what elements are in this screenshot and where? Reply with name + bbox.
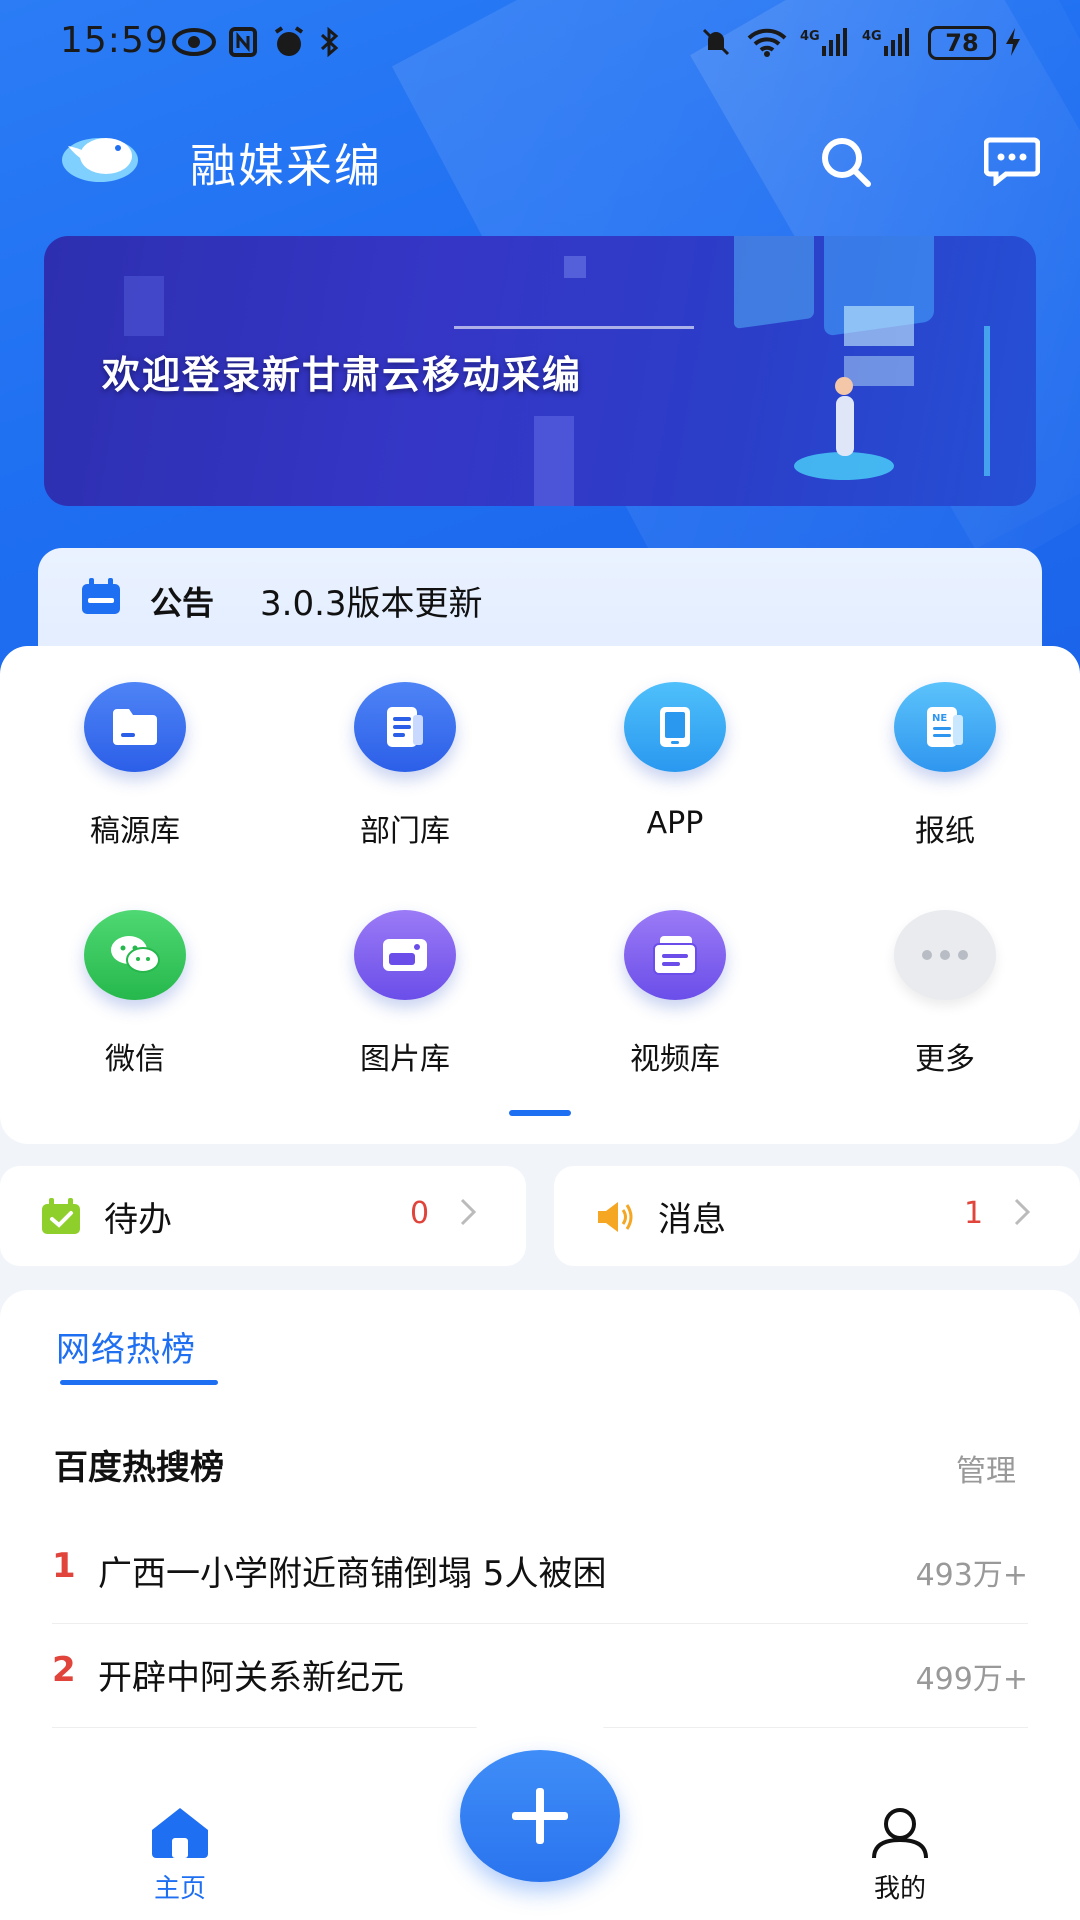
nav-me-label: 我的 [873, 1874, 926, 1904]
notice-calendar-icon [82, 578, 120, 614]
svg-text:4G: 4G [862, 29, 882, 44]
add-button[interactable] [460, 1750, 620, 1882]
grid-item-label: 图片库 [360, 1042, 450, 1077]
welcome-banner[interactable]: 欢迎登录新甘肃云移动采编 [44, 236, 1036, 506]
nav-home[interactable]: 主页 [120, 1800, 240, 1904]
home-icon [152, 1808, 208, 1858]
signal-4g-icon: 4G [800, 28, 847, 56]
nfc-icon [229, 27, 257, 57]
mute-bell-icon [702, 28, 730, 56]
todo-label: 待办 [104, 1200, 172, 1240]
notice-bar[interactable]: 公告 3.0.3版本更新 [38, 548, 1042, 658]
signal-4g-icon-2: 4G [862, 28, 909, 56]
todo-count: 0 [410, 1196, 430, 1231]
grid-item-department-library[interactable]: 部门库 [270, 646, 540, 849]
app-title: 融媒采编 [190, 139, 382, 193]
messages-count: 1 [964, 1196, 984, 1231]
status-bar: 15:59 4G 4G 78 [0, 0, 1080, 90]
hot-title: 广西一小学附近商铺倒塌 5人被困 [98, 1554, 607, 1594]
grid-item-label: 视频库 [630, 1042, 720, 1077]
grid-item-label: 稿源库 [90, 814, 180, 849]
charging-icon [1006, 28, 1020, 56]
manage-button[interactable]: 管理 [956, 1446, 1016, 1490]
banner-text: 欢迎登录新甘肃云移动采编 [102, 352, 583, 397]
speaker-icon [598, 1202, 633, 1232]
hot-heat-value: 499万+ [915, 1662, 1028, 1697]
grid-item-more[interactable]: 更多 [810, 874, 1080, 1077]
user-icon [872, 1808, 928, 1859]
tab-network-hot[interactable]: 网络热榜 [56, 1322, 196, 1371]
feature-grid: 稿源库 部门库 APP NE 报纸 微信 图片库 视频库 更多 [0, 646, 1080, 1144]
hot-heat-value: 493万+ [915, 1558, 1028, 1593]
grid-item-source-library[interactable]: 稿源库 [0, 646, 270, 849]
grid-page-indicator [509, 1110, 571, 1116]
document-icon [354, 682, 456, 772]
plus-icon [512, 1788, 568, 1844]
bluetooth-icon [320, 26, 339, 58]
svg-text:NE: NE [932, 713, 947, 724]
eye-icon [172, 28, 216, 56]
folder-icon [84, 682, 186, 772]
grid-item-label: 部门库 [360, 814, 450, 849]
hot-title: 开辟中阿关系新纪元 [98, 1658, 404, 1698]
tablet-icon [624, 682, 726, 772]
grid-item-label: 微信 [105, 1042, 165, 1077]
notice-label: 公告 [150, 584, 215, 622]
wifi-icon [747, 28, 787, 57]
grid-item-wechat[interactable]: 微信 [0, 874, 270, 1077]
app-header: 融媒采编 [0, 110, 1080, 210]
newspaper-icon: NE [894, 682, 996, 772]
image-icon [354, 910, 456, 1000]
status-time: 15:59 [60, 20, 169, 61]
chevron-right-icon [460, 1198, 477, 1226]
tab-active-indicator [60, 1380, 218, 1385]
nav-me[interactable]: 我的 [840, 1800, 960, 1904]
hot-rank: 2 [52, 1650, 76, 1690]
grid-item-newspaper[interactable]: NE 报纸 [810, 646, 1080, 849]
banner-decor-line [454, 326, 694, 329]
more-icon [894, 910, 996, 1000]
hot-list-title: 百度热搜榜 [54, 1448, 224, 1488]
grid-item-video-library[interactable]: 视频库 [540, 874, 810, 1077]
todo-calendar-icon [42, 1198, 80, 1234]
svg-text:4G: 4G [800, 29, 820, 44]
grid-item-app[interactable]: APP [540, 646, 810, 846]
wechat-icon [84, 910, 186, 1000]
messages-entry[interactable]: 消息 1 [554, 1166, 1080, 1266]
nav-home-label: 主页 [153, 1874, 206, 1904]
grid-item-image-library[interactable]: 图片库 [270, 874, 540, 1077]
grid-item-label: APP [646, 806, 704, 841]
messages-label: 消息 [658, 1200, 726, 1240]
notice-text: 3.0.3版本更新 [260, 584, 483, 624]
grid-item-label: 报纸 [915, 814, 975, 849]
video-library-icon [624, 910, 726, 1000]
todo-entry[interactable]: 待办 0 [0, 1166, 526, 1266]
alarm-icon [274, 26, 304, 56]
message-center-button[interactable] [984, 136, 1040, 186]
hot-rank: 1 [52, 1546, 76, 1586]
battery-indicator: 78 [928, 26, 996, 60]
app-logo-icon [62, 138, 138, 182]
chevron-right-icon [1014, 1198, 1031, 1226]
search-button[interactable] [818, 134, 874, 190]
hot-list-item[interactable]: 1 广西一小学附近商铺倒塌 5人被困 493万+ [52, 1520, 1028, 1624]
grid-item-label: 更多 [915, 1042, 975, 1077]
